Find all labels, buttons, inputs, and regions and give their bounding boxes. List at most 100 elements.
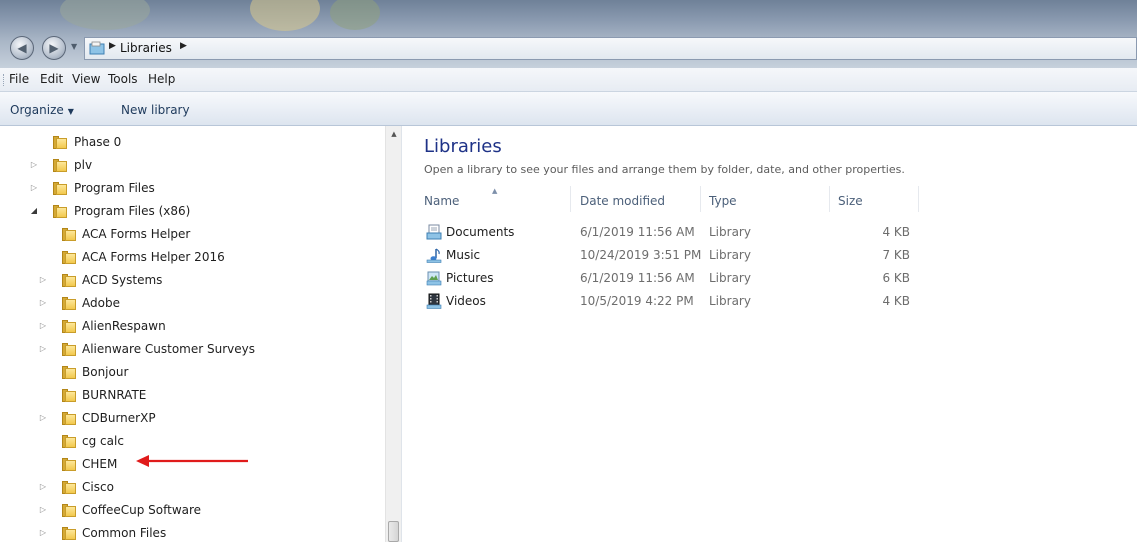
collapsed-chevron-icon[interactable]: ▷ <box>29 183 39 192</box>
page-title: Libraries <box>424 136 502 157</box>
tree-item[interactable]: ▷ Adobe <box>0 293 380 315</box>
tree-item-label: Cisco <box>82 480 114 494</box>
tree-item[interactable]: cg calc <box>0 431 380 453</box>
sort-ascending-icon: ▲ <box>492 187 498 195</box>
collapsed-chevron-icon[interactable]: ▷ <box>38 413 48 422</box>
column-header-date[interactable]: Date modified <box>580 194 665 208</box>
folder-icon <box>62 504 76 517</box>
file-name: Pictures <box>446 271 494 285</box>
tree-item[interactable]: ◢ Program Files (x86) <box>0 201 380 223</box>
breadcrumb-chevron-icon[interactable]: ▶ <box>109 41 116 51</box>
tree-item[interactable]: ACA Forms Helper 2016 <box>0 247 380 269</box>
navigation-scrollbar[interactable]: ▲ <box>385 126 401 542</box>
dropdown-arrow-icon: ▼ <box>67 107 74 116</box>
column-header-type[interactable]: Type <box>709 194 737 208</box>
tree-item[interactable]: Bonjour <box>0 362 380 384</box>
organize-button[interactable]: Organize ▼ <box>10 103 74 117</box>
file-row[interactable]: Videos 10/5/2019 4:22 PM Library 4 KB <box>402 291 922 314</box>
tree-item-label: AlienRespawn <box>82 319 166 333</box>
folder-icon <box>62 320 76 333</box>
folder-icon <box>62 527 76 540</box>
tree-item[interactable]: ▷ Program Files <box>0 178 380 200</box>
scroll-thumb[interactable] <box>388 521 399 542</box>
folder-icon <box>62 274 76 287</box>
file-date: 6/1/2019 11:56 AM <box>580 225 695 239</box>
expanded-chevron-icon[interactable]: ◢ <box>29 206 39 215</box>
file-date: 6/1/2019 11:56 AM <box>580 271 695 285</box>
content-pane: Libraries Open a library to see your fil… <box>402 126 1137 542</box>
tree-item-label: BURNRATE <box>82 388 147 402</box>
column-divider[interactable] <box>570 186 571 212</box>
file-row[interactable]: Pictures 6/1/2019 11:56 AM Library 6 KB <box>402 268 922 291</box>
column-header-name[interactable]: Name <box>424 194 459 208</box>
videos-library-icon <box>426 293 442 309</box>
tree-item[interactable]: ▷ Cisco <box>0 477 380 499</box>
breadcrumb-chevron-icon[interactable]: ▶ <box>180 41 187 51</box>
collapsed-chevron-icon[interactable]: ▷ <box>29 160 39 169</box>
address-bar[interactable]: ▶ Libraries ▶ <box>84 37 1137 60</box>
tree-item-label: CHEM <box>82 457 118 471</box>
collapsed-chevron-icon[interactable]: ▷ <box>38 275 48 284</box>
file-size: 6 KB <box>882 271 910 285</box>
window-titlebar: ◀ ▶ ▼ ▶ Libraries ▶ <box>0 0 1137 68</box>
menu-edit[interactable]: Edit <box>40 72 63 86</box>
tree-item-label: ACA Forms Helper <box>82 227 191 241</box>
file-row[interactable]: Documents 6/1/2019 11:56 AM Library 4 KB <box>402 222 922 245</box>
breadcrumb-libraries[interactable]: Libraries <box>120 41 172 55</box>
tree-item-label: plv <box>74 158 93 172</box>
tree-item[interactable]: ACA Forms Helper <box>0 224 380 246</box>
tree-item-label: Bonjour <box>82 365 129 379</box>
tree-item-label: Alienware Customer Surveys <box>82 342 255 356</box>
menu-help[interactable]: Help <box>148 72 175 86</box>
tree-item-label: Program Files (x86) <box>74 204 191 218</box>
tree-item[interactable]: ▷ ACD Systems <box>0 270 380 292</box>
column-divider[interactable] <box>700 186 701 212</box>
tree-item[interactable]: ▷ CDBurnerXP <box>0 408 380 430</box>
folder-icon <box>62 458 76 471</box>
folder-icon <box>53 136 67 149</box>
back-button[interactable]: ◀ <box>10 36 34 60</box>
file-row[interactable]: Music 10/24/2019 3:51 PM Library 7 KB <box>402 245 922 268</box>
folder-icon <box>62 297 76 310</box>
folder-icon <box>62 435 76 448</box>
tree-item[interactable]: BURNRATE <box>0 385 380 407</box>
tree-item[interactable]: ▷ AlienRespawn <box>0 316 380 338</box>
tree-item-label: ACA Forms Helper 2016 <box>82 250 225 264</box>
collapsed-chevron-icon[interactable]: ▷ <box>38 528 48 537</box>
tree-item[interactable]: ▷ CoffeeCup Software <box>0 500 380 522</box>
menu-file[interactable]: File <box>9 72 29 86</box>
collapsed-chevron-icon[interactable]: ▷ <box>38 344 48 353</box>
tree-item[interactable]: ▷ plv <box>0 155 380 177</box>
libraries-icon <box>89 41 105 55</box>
folder-icon <box>62 343 76 356</box>
forward-button[interactable]: ▶ <box>42 36 66 60</box>
tree-item-label: CDBurnerXP <box>82 411 156 425</box>
column-headers: ▲ Name Date modified Type Size <box>402 186 1137 216</box>
folder-icon <box>62 251 76 264</box>
new-library-button[interactable]: New library <box>121 103 190 117</box>
column-header-size[interactable]: Size <box>838 194 863 208</box>
tree-item-label: Common Files <box>82 526 167 540</box>
collapsed-chevron-icon[interactable]: ▷ <box>38 321 48 330</box>
back-arrow-icon: ◀ <box>17 41 27 55</box>
recent-pages-dropdown-icon[interactable]: ▼ <box>71 42 77 51</box>
tree-item[interactable]: Phase 0 <box>0 132 380 154</box>
pictures-library-icon <box>426 271 442 286</box>
tree-item-label: ACD Systems <box>82 273 163 287</box>
tree-item-label: cg calc <box>82 434 124 448</box>
folder-icon <box>62 412 76 425</box>
file-name: Videos <box>446 294 486 308</box>
tree-item[interactable]: ▷ Alienware Customer Surveys <box>0 339 380 361</box>
file-name: Music <box>446 248 481 262</box>
menu-tools[interactable]: Tools <box>108 72 138 86</box>
file-size: 7 KB <box>882 248 910 262</box>
column-divider[interactable] <box>829 186 830 212</box>
scroll-up-arrow-icon[interactable]: ▲ <box>386 126 402 142</box>
collapsed-chevron-icon[interactable]: ▷ <box>38 482 48 491</box>
menu-grip <box>3 74 6 86</box>
menu-view[interactable]: View <box>72 72 100 86</box>
collapsed-chevron-icon[interactable]: ▷ <box>38 298 48 307</box>
collapsed-chevron-icon[interactable]: ▷ <box>38 505 48 514</box>
forward-arrow-icon: ▶ <box>49 41 59 55</box>
column-divider[interactable] <box>918 186 919 212</box>
